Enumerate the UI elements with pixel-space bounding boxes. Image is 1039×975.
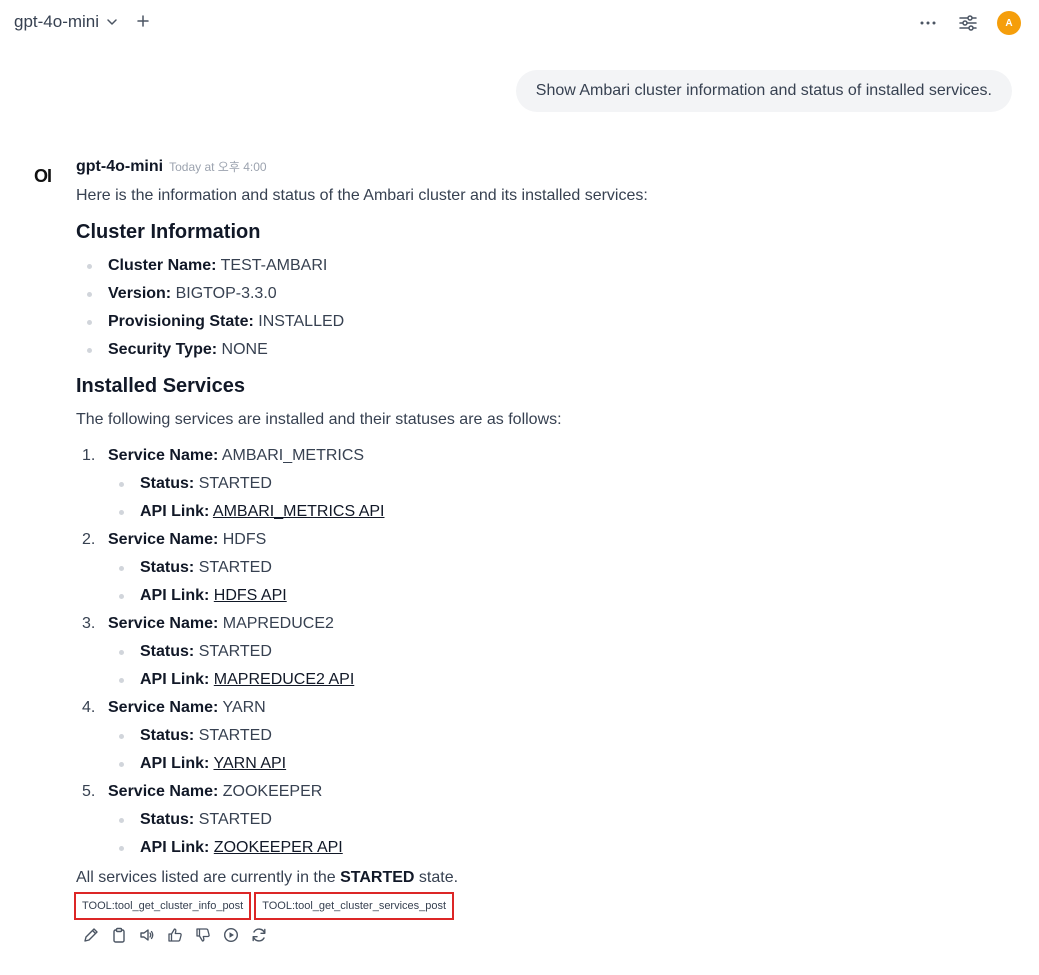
tool-badge-cluster-services[interactable]: TOOL:tool_get_cluster_services_post <box>254 892 455 920</box>
service-api: API Link: YARN API <box>108 750 1006 778</box>
service-item: 5. Service Name: ZOOKEEPER Status: START… <box>76 778 1006 862</box>
cluster-info-list: Cluster Name: TEST-AMBARI Version: BIGTO… <box>76 252 1006 364</box>
service-item: 3. Service Name: MAPREDUCE2 Status: STAR… <box>76 610 1006 694</box>
model-selector[interactable]: gpt-4o-mini <box>14 12 119 32</box>
read-aloud-button[interactable] <box>138 926 156 944</box>
controls-button[interactable] <box>957 12 979 34</box>
service-status: Status: STARTED <box>108 554 1006 582</box>
clipboard-icon <box>113 927 125 943</box>
thumbs-down-icon <box>196 928 210 942</box>
service-status: Status: STARTED <box>108 722 1006 750</box>
regenerate-button[interactable] <box>250 926 268 944</box>
service-item: 4. Service Name: YARN Status: STARTED AP… <box>76 694 1006 778</box>
list-item: Version: BIGTOP-3.3.0 <box>76 280 1006 308</box>
thumbs-up-button[interactable] <box>166 926 184 944</box>
tool-badge-cluster-info[interactable]: TOOL:tool_get_cluster_info_post <box>74 892 252 920</box>
list-item: Security Type: NONE <box>76 336 1006 364</box>
thumbs-down-button[interactable] <box>194 926 212 944</box>
top-bar: gpt-4o-mini A <box>0 0 1039 46</box>
pencil-icon <box>84 928 98 942</box>
services-heading: Installed Services <box>76 375 245 397</box>
copy-button[interactable] <box>110 926 128 944</box>
assistant-name: gpt-4o-mini <box>76 158 164 175</box>
service-api: API Link: MAPREDUCE2 API <box>108 666 1006 694</box>
play-circle-icon <box>223 927 239 943</box>
api-link[interactable]: YARN API <box>214 755 287 772</box>
assistant-logo: OI <box>34 166 52 186</box>
assistant-message: gpt-4o-mini Today at 오후 4:00 Here is the… <box>74 158 1006 944</box>
tool-badges: TOOL:tool_get_cluster_info_post TOOL:too… <box>74 892 1006 920</box>
message-actions <box>82 926 1006 944</box>
service-status: Status: STARTED <box>108 638 1006 666</box>
api-link[interactable]: AMBARI_METRICS API <box>213 503 385 520</box>
service-status: Status: STARTED <box>108 470 1006 498</box>
service-api: API Link: ZOOKEEPER API <box>108 834 1006 862</box>
model-name: gpt-4o-mini <box>14 12 100 31</box>
refresh-icon <box>252 928 266 942</box>
message-meta: gpt-4o-mini Today at 오후 4:00 <box>76 158 1006 182</box>
ellipsis-icon <box>920 21 936 25</box>
service-item: 1. Service Name: AMBARI_METRICS Status: … <box>76 442 1006 526</box>
edit-button[interactable] <box>82 926 100 944</box>
more-options-button[interactable] <box>917 12 939 34</box>
intro-text: Here is the information and status of th… <box>76 187 648 204</box>
continue-button[interactable] <box>222 926 240 944</box>
services-intro-text: The following services are installed and… <box>76 411 562 428</box>
chevron-down-icon <box>107 19 117 25</box>
user-avatar[interactable]: A <box>997 11 1021 35</box>
api-link[interactable]: MAPREDUCE2 API <box>214 671 354 688</box>
user-message-bubble: Show Ambari cluster information and stat… <box>515 70 1012 112</box>
final-text: All services listed are currently in the… <box>76 869 459 886</box>
speaker-icon <box>140 929 154 941</box>
message-content: Here is the information and status of th… <box>74 184 1006 944</box>
service-api: API Link: HDFS API <box>108 582 1006 610</box>
message-timestamp: Today at 오후 4:00 <box>169 160 267 174</box>
services-list: 1. Service Name: AMBARI_METRICS Status: … <box>76 442 1006 862</box>
service-item: 2. Service Name: HDFS Status: STARTED AP… <box>76 526 1006 610</box>
sliders-icon <box>959 15 977 31</box>
plus-icon <box>137 15 149 27</box>
api-link[interactable]: HDFS API <box>214 587 287 604</box>
service-api: API Link: AMBARI_METRICS API <box>108 498 1006 526</box>
list-item: Cluster Name: TEST-AMBARI <box>76 252 1006 280</box>
list-item: Provisioning State: INSTALLED <box>76 308 1006 336</box>
api-link[interactable]: ZOOKEEPER API <box>214 839 343 856</box>
service-status: Status: STARTED <box>108 806 1006 834</box>
add-model-button[interactable] <box>137 12 149 32</box>
cluster-heading: Cluster Information <box>76 221 261 243</box>
thumbs-up-icon <box>168 928 182 942</box>
